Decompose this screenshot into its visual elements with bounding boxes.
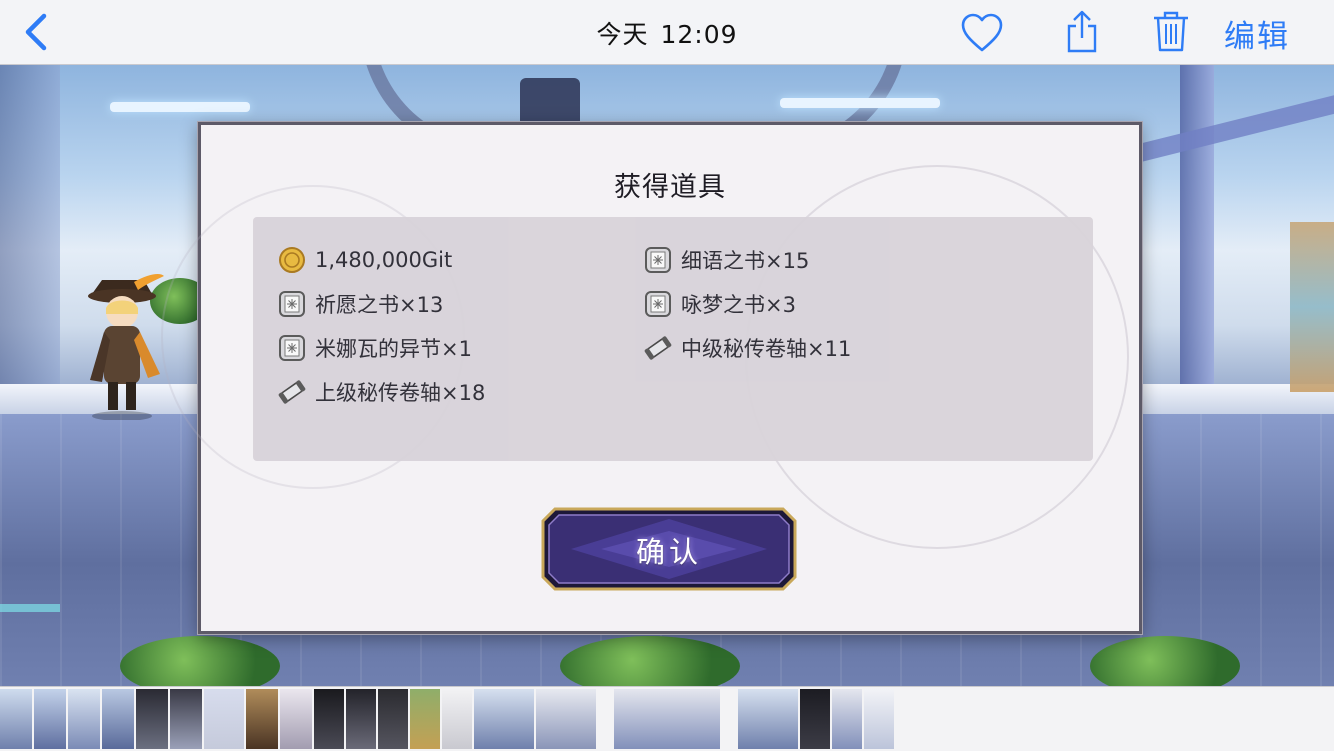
photo-thumbnail[interactable] (314, 689, 344, 749)
reward-dialog: 获得道具 1,480,000Git 祈愿之书×13 米娜瓦的异节×1 上级秘传卷… (161, 122, 1142, 634)
reward-item-label: 祈愿之书×13 (315, 293, 444, 317)
reward-item: 祈愿之书×13 (277, 287, 443, 321)
scene-strut (1180, 64, 1214, 384)
scene-side-poster (1290, 222, 1334, 392)
photo-thumbnail[interactable] (34, 689, 66, 749)
confirm-button[interactable]: 确认 (541, 507, 797, 591)
favorite-button[interactable] (960, 12, 1004, 54)
photo-thumbnail[interactable] (102, 689, 134, 749)
photo-thumbnail[interactable] (410, 689, 440, 749)
game-scene: 获得道具 1,480,000Git 祈愿之书×13 米娜瓦的异节×1 上级秘传卷… (0, 64, 1334, 686)
reward-item-label: 米娜瓦的异节×1 (315, 337, 472, 361)
photo-thumbnail[interactable] (246, 689, 278, 749)
reward-item: 中级秘传卷轴×11 (643, 331, 851, 365)
reward-item-label: 中级秘传卷轴×11 (681, 337, 852, 361)
photo-thumbnail[interactable] (136, 689, 168, 749)
photo-thumbnail[interactable] (864, 689, 894, 749)
heart-icon (961, 13, 1003, 52)
photo-thumbnail[interactable] (346, 689, 376, 749)
delete-button[interactable] (1152, 10, 1190, 52)
photo-thumbnail[interactable] (68, 689, 100, 749)
photo-thumbnail[interactable] (204, 689, 244, 749)
reward-item: 上级秘传卷轴×18 (277, 375, 485, 409)
photo-thumbnail[interactable] (170, 689, 202, 749)
reward-item: 咏梦之书×3 (643, 287, 796, 321)
photo-viewer-toolbar: 今天 12:09 编辑 (0, 0, 1334, 65)
date-label: 今天 (596, 20, 649, 49)
scene-light-bar (110, 102, 250, 112)
dialog-title: 获得道具 (614, 172, 726, 203)
reward-item-label: 1,480,000Git (315, 248, 453, 272)
photo-thumbnail[interactable] (280, 689, 312, 749)
photo-thumbnail[interactable] (536, 689, 596, 749)
book-icon (279, 335, 305, 361)
book-icon (645, 291, 671, 317)
photo-thumbnail[interactable] (832, 689, 862, 749)
reward-item-label: 咏梦之书×3 (681, 293, 796, 317)
book-icon (645, 247, 671, 273)
scroll-icon (278, 380, 306, 404)
reward-item: 1,480,000Git (277, 243, 452, 277)
reward-item-label: 细语之书×15 (681, 249, 810, 273)
scene-floor-light (0, 604, 60, 612)
edit-button[interactable]: 编辑 (1224, 11, 1290, 56)
player-character (88, 274, 164, 420)
scene-emblem (520, 78, 580, 128)
scroll-icon (644, 336, 672, 360)
photo-thumbnail[interactable] (474, 689, 534, 749)
reward-item-label: 上级秘传卷轴×18 (315, 381, 486, 405)
share-button[interactable] (1064, 8, 1100, 54)
photo-thumbnail-strip (0, 686, 1334, 751)
scene-pillar (0, 64, 60, 394)
time-label: 12:09 (660, 20, 738, 49)
photo-thumbnail[interactable] (0, 689, 32, 749)
photo-thumbnail[interactable] (378, 689, 408, 749)
book-icon (279, 291, 305, 317)
reward-items-panel: 1,480,000Git 祈愿之书×13 米娜瓦的异节×1 上级秘传卷轴×18 … (253, 217, 1093, 461)
photo-thumbnail[interactable] (442, 689, 472, 749)
trash-icon (1154, 11, 1188, 52)
photo-thumbnail-current[interactable] (614, 689, 720, 749)
photo-thumbnail[interactable] (800, 689, 830, 749)
scene-light-bar (780, 98, 940, 108)
confirm-button-label: 确认 (635, 535, 702, 569)
share-icon (1067, 10, 1097, 53)
coin-icon (279, 247, 305, 273)
photo-timestamp: 今天 12:09 (0, 15, 1334, 51)
reward-item: 细语之书×15 (643, 243, 809, 277)
reward-item: 米娜瓦的异节×1 (277, 331, 472, 365)
photo-thumbnail[interactable] (738, 689, 798, 749)
